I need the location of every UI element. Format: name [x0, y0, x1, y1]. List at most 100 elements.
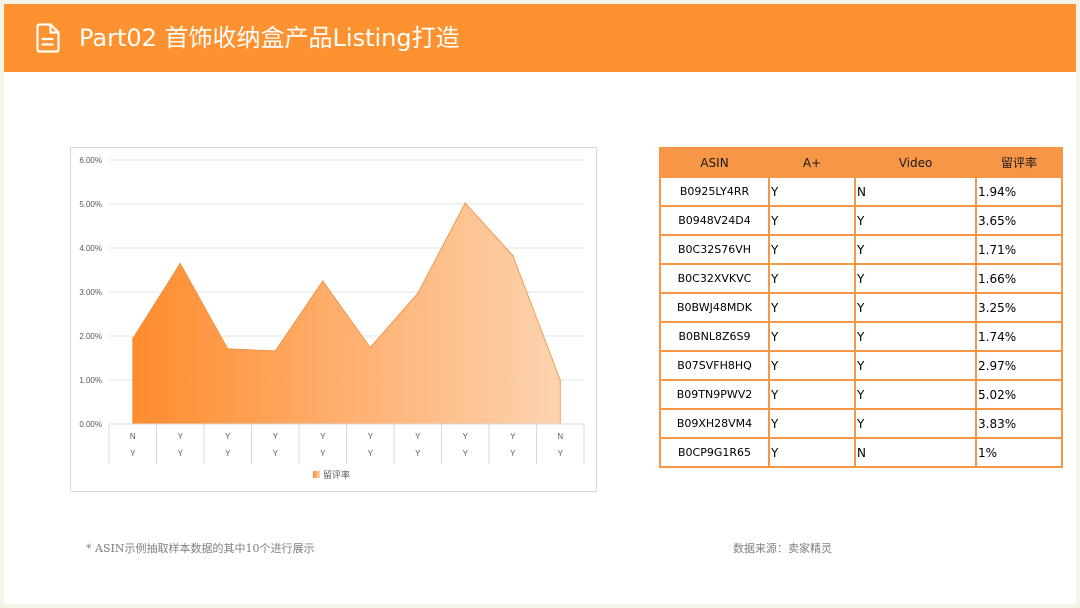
- cell-review-rate: 1.94%: [975, 176, 1063, 207]
- x-tick-label: Y: [320, 449, 326, 458]
- table-row: B09TN9PWV2 Y Y 5.02%: [659, 379, 1063, 410]
- x-tick-label: Y: [178, 449, 184, 458]
- table-row: B0BWJ48MDK Y Y 3.25%: [659, 292, 1063, 323]
- data-point: [512, 254, 514, 257]
- data-point: [369, 346, 371, 349]
- cell-review-rate: 3.83%: [975, 408, 1063, 439]
- y-tick-label: 0.00%: [79, 420, 102, 429]
- cell-asin: B0C32S76VH: [659, 234, 770, 265]
- cell-video: Y: [854, 234, 977, 265]
- table-row: B0BNL8Z6S9 Y Y 1.74%: [659, 321, 1063, 352]
- cell-aplus: Y: [768, 350, 856, 381]
- y-tick-label: 3.00%: [79, 288, 102, 297]
- table-row: B0925LY4RR Y N 1.94%: [659, 176, 1063, 207]
- table-row: B0948V24D4 Y Y 3.65%: [659, 205, 1063, 236]
- cell-aplus: Y: [768, 292, 856, 323]
- table-row: B07SVFH8HQ Y Y 2.97%: [659, 350, 1063, 381]
- cell-asin: B0925LY4RR: [659, 176, 770, 207]
- cell-aplus: Y: [768, 379, 856, 410]
- header-aplus: A+: [768, 147, 856, 178]
- cell-asin: B07SVFH8HQ: [659, 350, 770, 381]
- document-icon: [36, 23, 60, 53]
- legend-swatch: [313, 471, 320, 478]
- cell-review-rate: 1.66%: [975, 263, 1063, 294]
- cell-aplus: Y: [768, 437, 856, 468]
- cell-asin: B0CP9G1R65: [659, 437, 770, 468]
- header-asin: ASIN: [659, 147, 770, 178]
- x-tick-label: N: [557, 432, 563, 441]
- cell-aplus: Y: [768, 205, 856, 236]
- table-row: B0CP9G1R65 Y N 1%: [659, 437, 1063, 468]
- table-row: B0C32S76VH Y Y 1.71%: [659, 234, 1063, 265]
- cell-review-rate: 1.74%: [975, 321, 1063, 352]
- cell-review-rate: 3.65%: [975, 205, 1063, 236]
- x-tick-label: Y: [368, 432, 374, 441]
- x-tick-label: Y: [368, 449, 374, 458]
- asin-table: ASIN A+ Video 留评率 B0925LY4RR Y N 1.94% B…: [659, 147, 1063, 468]
- footnote: * ASIN示例抽取样本数据的其中10个进行展示: [86, 542, 315, 555]
- x-tick-label: Y: [178, 432, 184, 441]
- cell-video: N: [854, 176, 977, 207]
- data-point: [179, 262, 181, 264]
- data-source: 数据来源：卖家精灵: [733, 542, 832, 555]
- x-tick-label: Y: [415, 449, 421, 458]
- data-point: [274, 350, 276, 352]
- cell-review-rate: 2.97%: [975, 350, 1063, 381]
- data-point: [559, 379, 561, 381]
- cell-aplus: Y: [768, 408, 856, 439]
- y-tick-label: 6.00%: [79, 156, 102, 165]
- table-header-row: ASIN A+ Video 留评率: [659, 147, 1063, 178]
- x-tick-label: Y: [225, 449, 231, 458]
- x-tick-label: Y: [320, 432, 326, 441]
- cell-asin: B09XH28VM4: [659, 408, 770, 439]
- x-tick-label: Y: [510, 432, 516, 441]
- table-row: B09XH28VM4 Y Y 3.83%: [659, 408, 1063, 439]
- slide: Part02 首饰收纳盒产品Listing打造 0.00% 1.00% 2.00% 3…: [4, 4, 1076, 604]
- header-video: Video: [854, 147, 977, 178]
- data-point: [322, 280, 324, 282]
- cell-video: N: [854, 437, 977, 468]
- header-bar: Part02 首饰收纳盒产品Listing打造: [4, 4, 1076, 72]
- cell-video: Y: [854, 263, 977, 294]
- cell-video: Y: [854, 205, 977, 236]
- chart-svg: 0.00%1.00%2.00%3.00%4.00%5.00%6.00%N Y Y Y Y…: [79, 156, 585, 481]
- x-tick-label: Y: [463, 449, 469, 458]
- y-tick-label: 5.00%: [79, 200, 102, 209]
- y-tick-label: 4.00%: [79, 244, 102, 253]
- cell-aplus: Y: [768, 176, 856, 207]
- y-tick-label: 1.00%: [79, 376, 102, 385]
- data-point: [132, 338, 134, 340]
- x-tick-label: Y: [273, 432, 279, 441]
- cell-asin: B0948V24D4: [659, 205, 770, 236]
- data-point: [417, 292, 419, 294]
- header-review-rate: 留评率: [975, 147, 1063, 178]
- cell-video: Y: [854, 350, 977, 381]
- legend-label: 留评率: [323, 469, 350, 481]
- data-point: [227, 348, 229, 350]
- cell-aplus: Y: [768, 234, 856, 265]
- series-area: [132, 202, 561, 425]
- data-point: [464, 202, 466, 204]
- area-chart: 0.00% 1.00% 2.00% 3.00% 4.00% 5.00% 6.00% N Y Y Y Y…: [70, 147, 597, 492]
- x-tick-label: Y: [273, 449, 279, 458]
- cell-review-rate: 5.02%: [975, 379, 1063, 410]
- cell-review-rate: 1%: [975, 437, 1063, 468]
- cell-video: Y: [854, 292, 977, 323]
- table-row: B0C32XVKVC Y Y 1.66%: [659, 263, 1063, 294]
- x-tick-label: N: [130, 432, 136, 441]
- cell-aplus: Y: [768, 321, 856, 352]
- x-tick-label: Y: [225, 432, 231, 441]
- cell-video: Y: [854, 408, 977, 439]
- x-tick-label: Y: [415, 432, 421, 441]
- cell-asin: B0C32XVKVC: [659, 263, 770, 294]
- x-tick-label: Y: [463, 432, 469, 441]
- x-tick-label: Y: [558, 449, 564, 458]
- page-title: Part02 首饰收纳盒产品Listing打造: [79, 24, 460, 52]
- cell-asin: B09TN9PWV2: [659, 379, 770, 410]
- x-tick-label: Y: [130, 449, 136, 458]
- cell-review-rate: 1.71%: [975, 234, 1063, 265]
- x-tick-label: Y: [510, 449, 516, 458]
- cell-asin: B0BWJ48MDK: [659, 292, 770, 323]
- cell-video: Y: [854, 321, 977, 352]
- cell-asin: B0BNL8Z6S9: [659, 321, 770, 352]
